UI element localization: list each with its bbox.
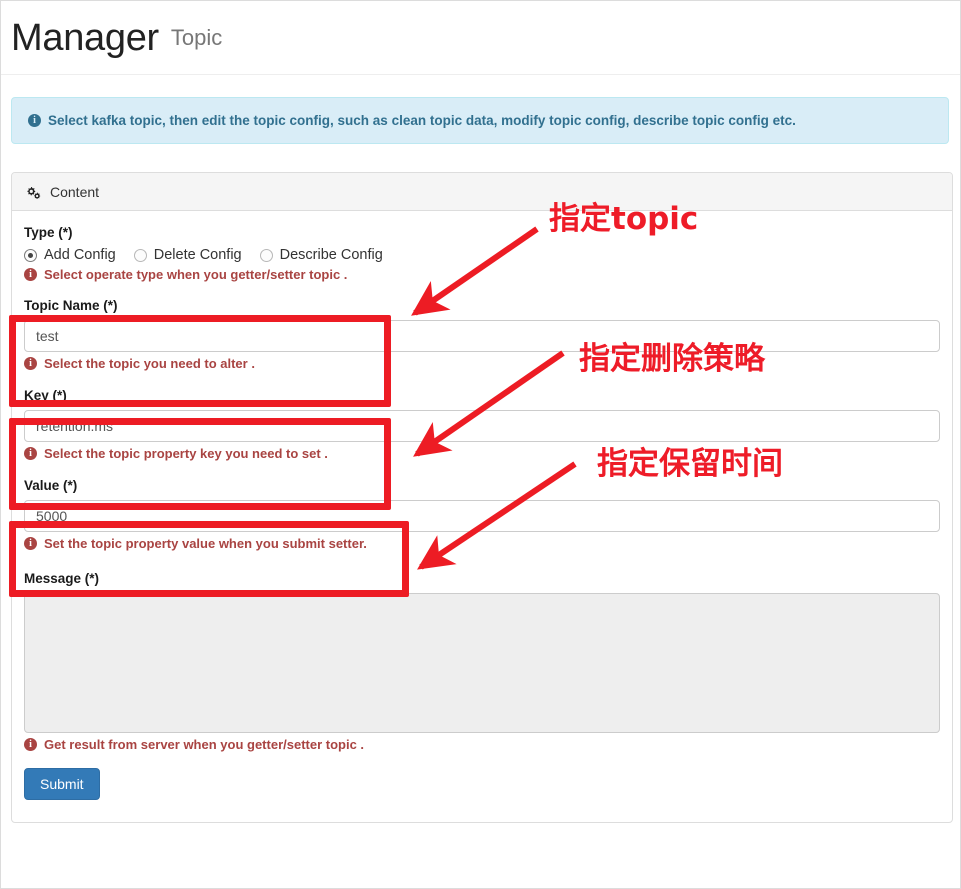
message-label: Message (*) bbox=[24, 571, 100, 586]
radio-option-add-config[interactable]: Add Config bbox=[24, 247, 116, 263]
type-radio-group: Add Config Delete Config Describe Config bbox=[24, 247, 940, 263]
type-label: Type (*) bbox=[24, 225, 73, 240]
info-circle-icon: i bbox=[24, 357, 37, 370]
radio-label-delete-config: Delete Config bbox=[153, 247, 242, 263]
page-root: Manager Topic i Select kafka topic, then… bbox=[0, 0, 961, 889]
panel-heading-label: Content bbox=[50, 183, 100, 200]
submit-button[interactable]: Submit bbox=[24, 768, 100, 800]
radio-label-add-config: Add Config bbox=[44, 247, 116, 263]
value-label: Value (*) bbox=[24, 478, 78, 493]
page-subtitle: Topic bbox=[170, 24, 223, 50]
form-group-topic-name: Topic Name (*) i Select the topic you ne… bbox=[24, 298, 940, 371]
message-help-text: Get result from server when you getter/s… bbox=[44, 737, 365, 752]
info-alert: i Select kafka topic, then edit the topi… bbox=[11, 97, 949, 144]
form-group-value: Value (*) i Set the topic property value… bbox=[24, 478, 940, 551]
topic-name-help-text: Select the topic you need to alter . bbox=[44, 356, 255, 371]
topic-name-help: i Select the topic you need to alter . bbox=[24, 356, 940, 371]
radio-label-describe-config: Describe Config bbox=[279, 247, 383, 263]
topic-name-label: Topic Name (*) bbox=[24, 298, 118, 313]
key-input[interactable] bbox=[24, 410, 940, 442]
type-help: i Select operate type when you getter/se… bbox=[24, 267, 940, 282]
panel-heading: Content bbox=[12, 173, 952, 211]
form-group-key: Key (*) i Select the topic property key … bbox=[24, 388, 940, 461]
page-title: Manager bbox=[11, 16, 159, 59]
cogs-icon bbox=[25, 184, 42, 199]
message-help: i Get result from server when you getter… bbox=[24, 737, 940, 752]
form-group-message: Message (*) i Get result from server whe… bbox=[24, 571, 940, 752]
info-circle-icon: i bbox=[28, 114, 41, 127]
radio-dot-add-config[interactable] bbox=[24, 248, 37, 262]
value-help-text: Set the topic property value when you su… bbox=[44, 536, 367, 551]
message-textarea[interactable] bbox=[24, 593, 940, 733]
radio-option-delete-config[interactable]: Delete Config bbox=[133, 247, 242, 263]
radio-dot-delete-config[interactable] bbox=[133, 248, 147, 262]
info-circle-icon: i bbox=[24, 268, 37, 281]
value-help: i Set the topic property value when you … bbox=[24, 536, 940, 551]
radio-option-describe-config[interactable]: Describe Config bbox=[259, 247, 383, 263]
content-panel: Content Type (*) Add Config Delete Confi… bbox=[11, 172, 953, 823]
page-header: Manager Topic bbox=[1, 1, 960, 75]
panel-body: Type (*) Add Config Delete Config Descri… bbox=[12, 211, 952, 822]
key-label: Key (*) bbox=[24, 388, 67, 403]
form-group-type: Type (*) Add Config Delete Config Descri… bbox=[24, 225, 940, 282]
info-circle-icon: i bbox=[24, 537, 37, 550]
info-alert-text: Select kafka topic, then edit the topic … bbox=[48, 113, 796, 128]
info-circle-icon: i bbox=[24, 738, 37, 751]
type-help-text: Select operate type when you getter/sett… bbox=[44, 267, 348, 282]
info-circle-icon: i bbox=[24, 447, 37, 460]
key-help-text: Select the topic property key you need t… bbox=[44, 446, 328, 461]
key-help: i Select the topic property key you need… bbox=[24, 446, 940, 461]
value-input[interactable] bbox=[24, 500, 940, 532]
radio-dot-describe-config[interactable] bbox=[259, 248, 273, 262]
topic-name-input[interactable] bbox=[24, 320, 940, 352]
